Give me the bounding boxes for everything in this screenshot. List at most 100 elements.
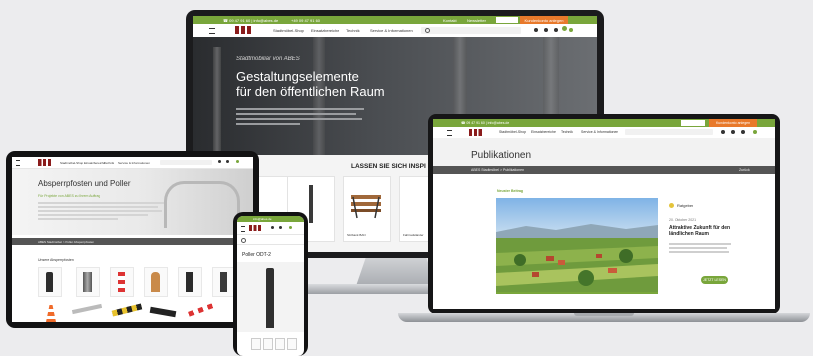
- gallery-thumb[interactable]: [287, 338, 297, 350]
- abes-logo[interactable]: [249, 225, 261, 231]
- heart-icon[interactable]: [534, 28, 538, 32]
- search-input[interactable]: [625, 129, 713, 135]
- nav-technik[interactable]: Technik: [561, 130, 573, 134]
- topbar-link-kontakt[interactable]: Kontakt: [443, 18, 457, 23]
- breadcrumb[interactable]: ABES Stadtmöbel > Poller Absperrpfosten: [38, 240, 94, 244]
- article-label: Neuster Beitrag: [497, 189, 524, 193]
- abes-logo[interactable]: [235, 26, 251, 34]
- nav-shop[interactable]: Stadtmöbel-Shop: [60, 161, 83, 165]
- search-input[interactable]: [421, 27, 521, 34]
- tablet-hero-title: Absperrpfosten und Poller: [38, 179, 131, 188]
- gallery-thumb[interactable]: [263, 338, 273, 350]
- nav-technik[interactable]: Technik: [346, 28, 360, 33]
- basket-icon[interactable]: [569, 28, 573, 32]
- cart-badge: [562, 26, 567, 31]
- nav-areas[interactable]: Einsatzbereiche: [84, 161, 105, 165]
- hero-text-line: [38, 210, 162, 212]
- user-icon[interactable]: [731, 130, 735, 134]
- laptop-topbar: ☎ 09 47 91 60 | info@abes.de Kundenkonto…: [433, 119, 775, 127]
- user-icon[interactable]: [544, 28, 548, 32]
- menu-icon[interactable]: [241, 226, 245, 232]
- user-icon[interactable]: [218, 160, 221, 163]
- product-tile[interactable]: [178, 267, 202, 297]
- hero-title-line2: für den öffentlichen Raum: [236, 84, 385, 99]
- nav-areas[interactable]: Einsatzbereiche: [531, 130, 556, 134]
- product-tile[interactable]: [38, 267, 62, 297]
- search-input[interactable]: [160, 160, 212, 165]
- product-image: [83, 272, 92, 292]
- nav-shop[interactable]: Stadtmöbel-Shop: [273, 28, 304, 33]
- product-image: [151, 272, 160, 292]
- heart-icon[interactable]: [721, 130, 725, 134]
- gallery-thumb[interactable]: [251, 338, 261, 350]
- gallery-thumb[interactable]: [275, 338, 285, 350]
- back-link[interactable]: Zurück: [739, 168, 750, 172]
- menu-icon[interactable]: [209, 28, 215, 34]
- article-image[interactable]: [496, 198, 658, 294]
- account-button[interactable]: Kundenkonto anlegen: [709, 119, 757, 127]
- basket-icon[interactable]: [753, 130, 757, 134]
- excerpt-line: [669, 247, 727, 249]
- product-title: Poller ODT-2: [242, 252, 271, 258]
- nav-service[interactable]: Service & Informationen: [370, 28, 413, 33]
- account-button[interactable]: Kundenkonto anlegen: [520, 16, 568, 24]
- read-more-button[interactable]: JETZT LESEN: [701, 276, 728, 284]
- article-date: 20. Oktober 2021: [669, 218, 697, 222]
- breadcrumb-bar: ABES Stadtmöbel > Poller Absperrpfosten: [12, 238, 253, 245]
- abes-logo[interactable]: [469, 129, 482, 136]
- nav-areas[interactable]: Einsatzbereiche: [311, 28, 339, 33]
- section-label: Unsere Absperrpfosten: [38, 258, 74, 262]
- hero-text-line: [38, 218, 118, 220]
- basket-icon[interactable]: [289, 226, 292, 229]
- excerpt-line: [669, 243, 731, 245]
- language-switch[interactable]: [681, 120, 705, 126]
- menu-icon[interactable]: [447, 130, 452, 136]
- monitor-stand: [356, 258, 436, 286]
- hero-text-line: [236, 113, 356, 115]
- phone-screen: info@abes.de Poller ODT-2: [237, 216, 304, 356]
- bike-stand-image: [164, 181, 240, 228]
- basket-icon[interactable]: [236, 160, 239, 163]
- breadcrumb[interactable]: ABES Stadtmöbel > Publikationen: [471, 168, 524, 172]
- menu-icon[interactable]: [16, 160, 20, 166]
- topbar-contact[interactable]: ☎ 09 47 91 60 | info@abes.de: [223, 18, 278, 23]
- monitor-topbar: ☎ 09 47 91 60 | info@abes.de +49 09 47 9…: [193, 16, 597, 24]
- topbar-contact[interactable]: ☎ 09 47 91 60 | info@abes.de: [461, 121, 509, 125]
- cart-icon[interactable]: [554, 28, 558, 32]
- cart-icon[interactable]: [741, 130, 745, 134]
- product-tile[interactable]: [76, 267, 100, 297]
- cart-icon[interactable]: [226, 160, 229, 163]
- tablet-screen: Stadtmöbel-Shop Einsatzbereiche Technik …: [12, 157, 253, 322]
- topbar-link-newsletter[interactable]: Newsletter: [467, 18, 486, 23]
- breadcrumb-bar: ABES Stadtmöbel > Publikationen Zurück: [433, 166, 775, 174]
- category-label: Ratgeber: [677, 203, 694, 208]
- hero-kicker: Stadtmobiliar von ABES: [236, 56, 300, 62]
- hero-text-line: [38, 206, 158, 208]
- abes-logo[interactable]: [38, 159, 51, 166]
- nav-technik[interactable]: Technik: [104, 161, 114, 165]
- excerpt-line: [669, 251, 729, 253]
- tablet-navbar: Stadtmöbel-Shop Einsatzbereiche Technik …: [12, 157, 253, 169]
- topbar-contact[interactable]: info@abes.de: [253, 217, 272, 221]
- cart-icon[interactable]: [279, 226, 282, 229]
- search-icon[interactable]: [241, 238, 246, 243]
- nav-service[interactable]: Service & Informationen: [581, 130, 618, 134]
- product-image: [220, 272, 227, 292]
- nav-service[interactable]: Service & Informationen: [118, 161, 150, 165]
- nav-shop[interactable]: Stadtmöbel-Shop: [499, 130, 526, 134]
- ratgeber-icon: [669, 203, 674, 208]
- product-tile[interactable]: [144, 267, 168, 297]
- product-gallery: [237, 262, 304, 332]
- language-switch[interactable]: [496, 17, 518, 23]
- barrier-image: [149, 306, 177, 318]
- divider: [237, 244, 304, 245]
- search-icon[interactable]: [425, 28, 430, 33]
- article-title[interactable]: Attraktive Zukunft für den ländlichen Ra…: [669, 225, 735, 241]
- topbar-phone[interactable]: +49 09 47 91 60: [291, 18, 320, 23]
- product-card[interactable]: Sitzbank BAN: [343, 176, 391, 242]
- tablet-hero-link[interactable]: Für Projekte von ABES zu Ihrem Auftrag: [38, 194, 100, 198]
- product-tile[interactable]: [110, 267, 134, 297]
- hero-text-line: [236, 123, 300, 125]
- user-icon[interactable]: [271, 226, 274, 229]
- product-image: [118, 272, 125, 292]
